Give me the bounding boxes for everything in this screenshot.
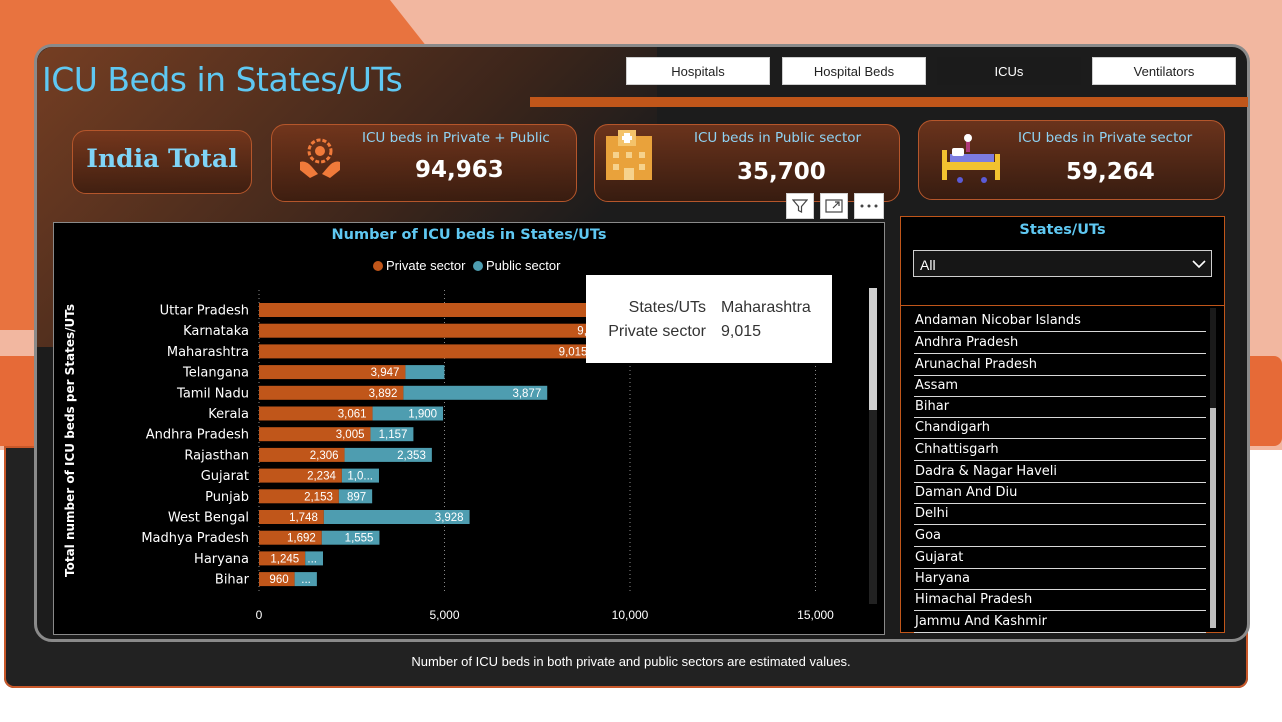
slicer-scrollbar-thumb[interactable] xyxy=(1210,408,1216,628)
focus-mode-icon[interactable] xyxy=(820,193,848,219)
hospital-building-icon xyxy=(604,130,654,182)
kpi-public-label: ICU beds in Public sector xyxy=(694,130,862,146)
kpi-private-value: 59,264 xyxy=(1066,159,1155,185)
data-label-public: 3,877 xyxy=(512,388,541,400)
y-category-label: Andhra Pradesh xyxy=(146,428,249,443)
data-label-private: 1,748 xyxy=(289,512,318,524)
data-label-private: 9,015 xyxy=(559,346,588,358)
data-label-private: 3,947 xyxy=(371,367,400,379)
y-category-label: Rajasthan xyxy=(184,448,249,463)
chart-title: Number of ICU beds in States/UTs xyxy=(331,227,607,243)
data-label-private: 960 xyxy=(269,574,288,586)
bar-private xyxy=(259,344,594,359)
tooltip-value-state: Maharashtra xyxy=(721,299,811,316)
hospital-bed-icon xyxy=(940,132,1002,184)
kpi-total-label: ICU beds in Private + Public xyxy=(362,130,550,146)
slicer-list-item[interactable]: Jammu And Kashmir xyxy=(914,612,1206,633)
bar-private xyxy=(259,323,593,338)
bar-private xyxy=(259,303,593,317)
legend-dot-public xyxy=(473,260,483,271)
bar-public xyxy=(405,365,445,380)
legend-dot-private xyxy=(373,260,383,271)
legend-label-private: Private sector xyxy=(386,258,466,273)
filter-icon[interactable] xyxy=(786,193,814,219)
tab-hospital-beds[interactable]: Hospital Beds xyxy=(782,57,926,85)
y-category-label: Gujarat xyxy=(201,469,249,484)
x-tick-label: 10,000 xyxy=(612,608,649,622)
y-category-label: Telangana xyxy=(182,366,249,381)
data-label-public: ... xyxy=(307,553,317,565)
y-category-label: Haryana xyxy=(194,552,249,567)
y-category-label: Madhya Pradesh xyxy=(141,531,249,546)
kpi-total-value: 94,963 xyxy=(415,157,504,183)
x-tick-label: 0 xyxy=(256,608,263,622)
slicer-dropdown[interactable] xyxy=(913,250,1212,277)
slicer-list-item[interactable]: Assam xyxy=(914,376,1206,397)
slicer-list-item[interactable]: Bihar xyxy=(914,397,1206,418)
legend-item-public[interactable]: Public sector xyxy=(473,258,560,273)
data-label-private: 3,892 xyxy=(369,388,398,400)
tooltip-key-state: States/UTs xyxy=(628,299,706,316)
india-total-label: India Total xyxy=(86,144,238,173)
care-hands-icon xyxy=(296,134,344,182)
page-title: ICU Beds in States/UTs xyxy=(42,60,403,99)
slicer-list-item[interactable]: Andaman Nicobar Islands xyxy=(914,311,1206,332)
data-label-public: 897 xyxy=(347,491,366,503)
slicer-selected-value: All xyxy=(920,257,936,273)
data-label-public: 1,0... xyxy=(347,471,373,483)
tooltip-value-private: 9,015 xyxy=(721,323,762,340)
y-category-label: Karnataka xyxy=(183,324,249,339)
slicer-list-item[interactable]: Andhra Pradesh xyxy=(914,333,1206,354)
x-tick-label: 5,000 xyxy=(429,608,459,622)
tooltip-key-private: Private sector xyxy=(608,323,706,340)
more-options-icon[interactable] xyxy=(854,193,884,219)
slicer-list-item[interactable]: Himachal Pradesh xyxy=(914,590,1206,611)
slicer-list-item[interactable]: Daman And Diu xyxy=(914,483,1206,504)
slicer-list-item[interactable]: Haryana xyxy=(914,569,1206,590)
data-label-private: 2,234 xyxy=(307,471,336,483)
slicer-list-item[interactable]: Gujarat xyxy=(914,548,1206,569)
y-category-label: Uttar Pradesh xyxy=(160,304,249,319)
data-label-public: 3,928 xyxy=(435,512,464,524)
tab-ventilators[interactable]: Ventilators xyxy=(1092,57,1236,85)
chart-tooltip: States/UTs Maharashtra Private sector 9,… xyxy=(586,275,832,363)
y-category-label: Punjab xyxy=(205,490,249,505)
data-label-private: 2,153 xyxy=(304,491,333,503)
data-label-private: 2,306 xyxy=(310,450,339,462)
x-tick-label: 15,000 xyxy=(797,608,834,622)
kpi-private-label: ICU beds in Private sector xyxy=(1018,130,1193,146)
y-category-label: West Bengal xyxy=(168,511,249,526)
kpi-public-value: 35,700 xyxy=(737,159,826,185)
tab-hospitals[interactable]: Hospitals xyxy=(626,57,770,85)
slicer-title: States/UTs xyxy=(1019,222,1106,238)
slicer-list-item[interactable]: Delhi xyxy=(914,504,1206,525)
legend-item-private[interactable]: Private sector xyxy=(373,258,465,273)
legend-label-public: Public sector xyxy=(486,258,561,273)
y-category-label: Maharashtra xyxy=(167,345,249,360)
slicer-list-item[interactable]: Chandigarh xyxy=(914,418,1206,439)
data-label-public: 1,157 xyxy=(379,429,408,441)
nav-underline-bar xyxy=(530,97,1248,107)
data-label-private: 3,005 xyxy=(336,429,365,441)
data-label-public: 1,555 xyxy=(345,533,374,545)
data-label-public: 2,353 xyxy=(397,450,426,462)
data-label-private: 1,245 xyxy=(270,553,299,565)
footnote: Number of ICU beds in both private and p… xyxy=(411,654,851,669)
y-category-label: Bihar xyxy=(215,573,250,588)
slicer-list-item[interactable]: Arunachal Pradesh xyxy=(914,355,1206,376)
chart-scrollbar-thumb[interactable] xyxy=(869,288,877,410)
tab-icus[interactable]: ICUs xyxy=(937,57,1081,85)
y-category-label: Tamil Nadu xyxy=(176,386,249,401)
data-label-public: 1,900 xyxy=(408,409,437,421)
chevron-down-icon[interactable] xyxy=(1191,256,1207,272)
y-category-label: Kerala xyxy=(208,407,249,422)
slicer-list-item[interactable]: Chhattisgarh xyxy=(914,440,1206,461)
data-label-public: ... xyxy=(301,574,311,586)
slicer-list-item[interactable]: Dadra & Nagar Haveli xyxy=(914,462,1206,483)
data-label-private: 1,692 xyxy=(287,533,316,545)
slicer-list-item[interactable]: Goa xyxy=(914,526,1206,547)
data-label-private: 3,061 xyxy=(338,409,367,421)
